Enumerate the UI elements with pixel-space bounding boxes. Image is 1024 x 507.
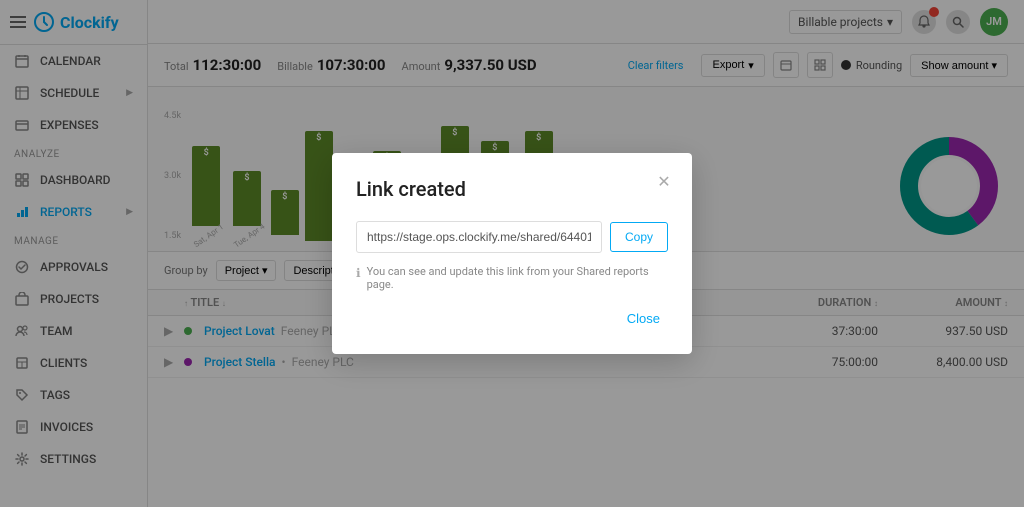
modal-url-input[interactable] [356, 221, 602, 253]
info-icon: ℹ [356, 266, 361, 280]
modal-footer: Close [356, 307, 668, 330]
modal-overlay[interactable]: Link created ✕ Copy ℹ You can see and up… [0, 0, 1024, 507]
link-created-modal: Link created ✕ Copy ℹ You can see and up… [332, 153, 692, 354]
modal-info: ℹ You can see and update this link from … [356, 265, 668, 291]
modal-title: Link created [356, 177, 668, 201]
modal-close-text-button[interactable]: Close [619, 307, 668, 330]
copy-link-button[interactable]: Copy [610, 222, 668, 252]
modal-close-button[interactable]: ✕ [652, 169, 676, 193]
modal-info-text: You can see and update this link from yo… [367, 265, 668, 291]
modal-url-row: Copy [356, 221, 668, 253]
